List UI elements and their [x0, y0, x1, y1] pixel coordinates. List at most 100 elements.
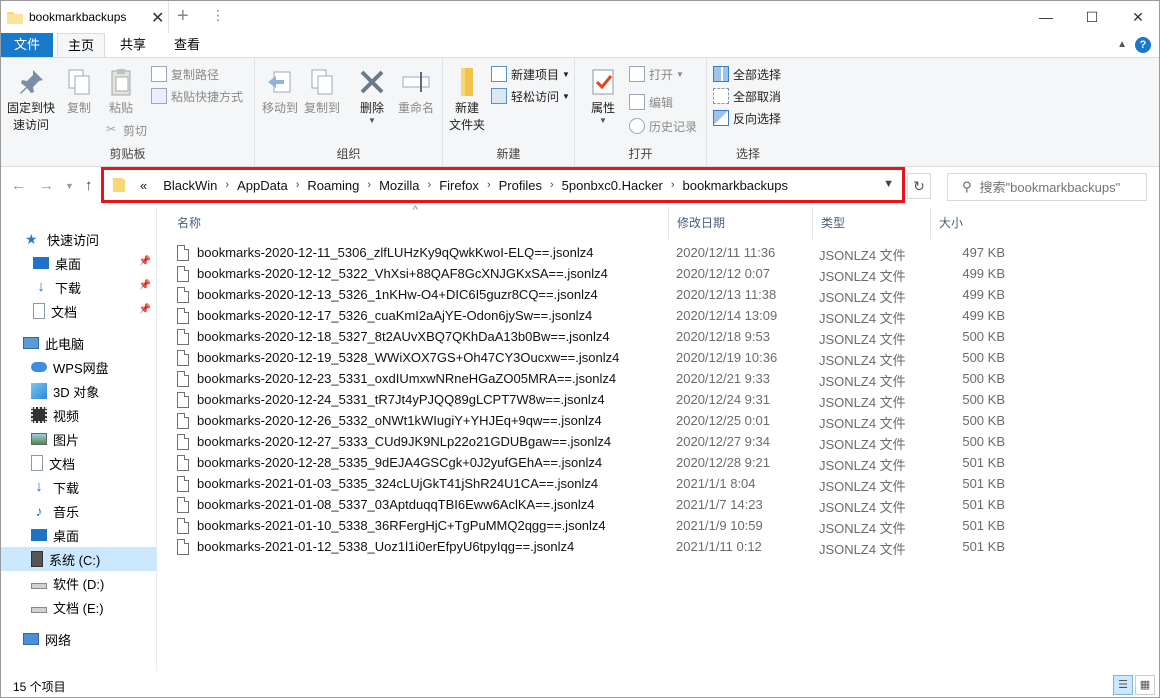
breadcrumb-item[interactable]: Profiles [491, 178, 550, 193]
file-icon [177, 287, 189, 303]
minimize-button[interactable]: — [1023, 1, 1069, 33]
up-arrow-icon[interactable]: ↑ [85, 177, 93, 194]
properties-button[interactable]: 属性 ▼ [581, 66, 625, 125]
edit-button[interactable]: 编辑 [629, 92, 673, 112]
breadcrumb-item[interactable]: AppData [229, 178, 296, 193]
tab-file[interactable]: 文件 [1, 33, 53, 57]
item-count: 15 个项目 [13, 680, 66, 694]
file-row[interactable]: bookmarks-2020-12-11_5306_zlfLUHzKy9qQwk… [169, 243, 1159, 264]
search-box[interactable]: ⚲ [947, 173, 1147, 201]
select-none-button[interactable]: 全部取消 [713, 86, 781, 106]
new-folder-icon [461, 68, 473, 96]
file-row[interactable]: bookmarks-2021-01-03_5335_324cLUjGkT41jS… [169, 474, 1159, 495]
delete-button[interactable]: 删除 ▼ [351, 66, 393, 125]
nav-pictures[interactable]: 图片 [1, 427, 157, 451]
new-item-button[interactable]: 新建项目 ▼ [491, 64, 570, 84]
select-all-button[interactable]: 全部选择 [713, 64, 781, 84]
nav-music[interactable]: ♪ 音乐 [1, 499, 157, 523]
nav-downloads[interactable]: ↓ 下载 📌 [1, 275, 157, 299]
nav-videos[interactable]: 视频 [1, 403, 157, 427]
file-icon [177, 539, 189, 555]
refresh-icon[interactable]: ↻ [907, 173, 931, 199]
paste-button[interactable]: 粘贴 [99, 66, 143, 117]
nav-desktop-pc[interactable]: 桌面 [1, 523, 157, 547]
copy-button[interactable]: 复制 [59, 66, 99, 117]
column-header-name[interactable]: 名称 [169, 207, 669, 239]
recent-locations-icon[interactable]: ▼ [65, 181, 74, 191]
rename-button[interactable]: 重命名 [393, 66, 439, 117]
copy-to-button[interactable]: 复制到 [301, 66, 343, 117]
file-row[interactable]: bookmarks-2020-12-23_5331_oxdIUmxwNRneHG… [169, 369, 1159, 390]
search-input[interactable] [979, 179, 1140, 195]
paste-shortcut-button[interactable]: 粘贴快捷方式 [151, 86, 243, 106]
window-tab[interactable]: bookmarkbackups ✕ [1, 1, 169, 33]
history-button[interactable]: 历史记录 [629, 116, 697, 136]
file-row[interactable]: bookmarks-2020-12-19_5328_WWiXOX7GS+Oh47… [169, 348, 1159, 369]
file-row[interactable]: bookmarks-2020-12-18_5327_8t2AUvXBQ7QKhD… [169, 327, 1159, 348]
invert-selection-icon [713, 110, 729, 126]
nav-documents[interactable]: 文档 📌 [1, 299, 157, 323]
tab-share[interactable]: 共享 [111, 33, 155, 57]
new-tab-icon[interactable]: + [177, 5, 189, 28]
breadcrumb-item[interactable]: Roaming [299, 178, 367, 193]
tab-title: bookmarkbackups [29, 10, 127, 24]
easy-access-button[interactable]: 轻松访问 ▼ [491, 86, 570, 106]
file-row[interactable]: bookmarks-2021-01-12_5338_Uoz1l1i0erEfpy… [169, 537, 1159, 558]
nav-drive-c[interactable]: 系统 (C:) [1, 547, 157, 571]
nav-drive-d[interactable]: 软件 (D:) [1, 571, 157, 595]
copy-path-icon [151, 66, 167, 82]
open-button[interactable]: 打开 ▼ [629, 64, 684, 84]
file-row[interactable]: bookmarks-2020-12-27_5333_CUd9JK9NLp22o2… [169, 432, 1159, 453]
file-row[interactable]: bookmarks-2020-12-28_5335_9dEJA4GSCgk+0J… [169, 453, 1159, 474]
file-row[interactable]: bookmarks-2020-12-24_5331_tR7Jt4yPJQQ89g… [169, 390, 1159, 411]
breadcrumb-item[interactable]: bookmarkbackups [674, 178, 796, 193]
breadcrumb-overflow[interactable]: « [132, 178, 155, 193]
breadcrumb-item[interactable]: 5ponbxc0.Hacker [554, 178, 671, 193]
tab-home[interactable]: 主页 [57, 33, 105, 57]
file-row[interactable]: bookmarks-2020-12-12_5322_VhXsi+88QAF8Gc… [169, 264, 1159, 285]
file-row[interactable]: bookmarks-2021-01-10_5338_36RFergHjC+TgP… [169, 516, 1159, 537]
cube-icon [31, 383, 47, 399]
paste-shortcut-icon [151, 88, 167, 104]
close-window-button[interactable]: ✕ [1115, 1, 1159, 33]
column-header-date[interactable]: 修改日期 [669, 207, 813, 239]
collapse-ribbon-icon[interactable]: ▲ [1117, 39, 1127, 50]
maximize-button[interactable]: ☐ [1069, 1, 1115, 33]
more-vertical-icon[interactable]: ⋮ [211, 7, 225, 24]
nav-downloads-pc[interactable]: ↓ 下载 [1, 475, 157, 499]
column-header-type[interactable]: 类型 [813, 207, 931, 239]
address-dropdown-icon[interactable]: ▼ [883, 178, 894, 190]
nav-drive-e[interactable]: 文档 (E:) [1, 595, 157, 619]
file-row[interactable]: bookmarks-2021-01-08_5337_03AptduqqTBI6E… [169, 495, 1159, 516]
help-icon[interactable]: ? [1135, 37, 1151, 53]
breadcrumb-item[interactable]: Firefox [431, 178, 487, 193]
breadcrumb-item[interactable]: BlackWin [155, 178, 225, 193]
file-row[interactable]: bookmarks-2020-12-13_5326_1nKHw-O4+DIC6I… [169, 285, 1159, 306]
new-folder-button[interactable]: 新建 文件夹 [445, 66, 489, 134]
nav-quick-access[interactable]: ★ 快速访问 [1, 227, 157, 251]
file-row[interactable]: bookmarks-2020-12-26_5332_oNWt1kWIugiY+Y… [169, 411, 1159, 432]
copy-path-button[interactable]: 复制路径 [151, 64, 219, 84]
nav-desktop[interactable]: 桌面 📌 [1, 251, 157, 275]
tab-view[interactable]: 查看 [165, 33, 209, 57]
back-arrow-icon[interactable]: ← [11, 177, 26, 194]
nav-documents-pc[interactable]: 文档 [1, 451, 157, 475]
nav-this-pc[interactable]: 此电脑 [1, 331, 157, 355]
pin-quick-access-button[interactable]: 固定到快 速访问 [3, 66, 59, 134]
cut-button[interactable]: ✂ 剪切 [103, 120, 147, 140]
nav-3d-objects[interactable]: 3D 对象 [1, 379, 157, 403]
breadcrumb: « BlackWin › AppData › Roaming › Mozilla… [132, 178, 796, 193]
column-header-size[interactable]: 大小 [931, 207, 1007, 239]
invert-selection-button[interactable]: 反向选择 [713, 108, 781, 128]
pin-icon: 📌 [138, 280, 151, 291]
large-icons-view-icon[interactable]: ▦ [1135, 675, 1155, 695]
details-view-icon[interactable]: ☰ [1113, 675, 1133, 695]
file-row[interactable]: bookmarks-2020-12-17_5326_cuaKmI2aAjYE-O… [169, 306, 1159, 327]
move-to-button[interactable]: 移动到 [259, 66, 301, 117]
close-tab-icon[interactable]: ✕ [151, 8, 164, 28]
forward-arrow-icon[interactable]: → [39, 177, 54, 194]
address-bar[interactable]: « BlackWin › AppData › Roaming › Mozilla… [101, 167, 905, 203]
breadcrumb-item[interactable]: Mozilla [371, 178, 427, 193]
nav-wps-drive[interactable]: WPS网盘 [1, 355, 157, 379]
nav-network[interactable]: 网络 [1, 627, 157, 651]
